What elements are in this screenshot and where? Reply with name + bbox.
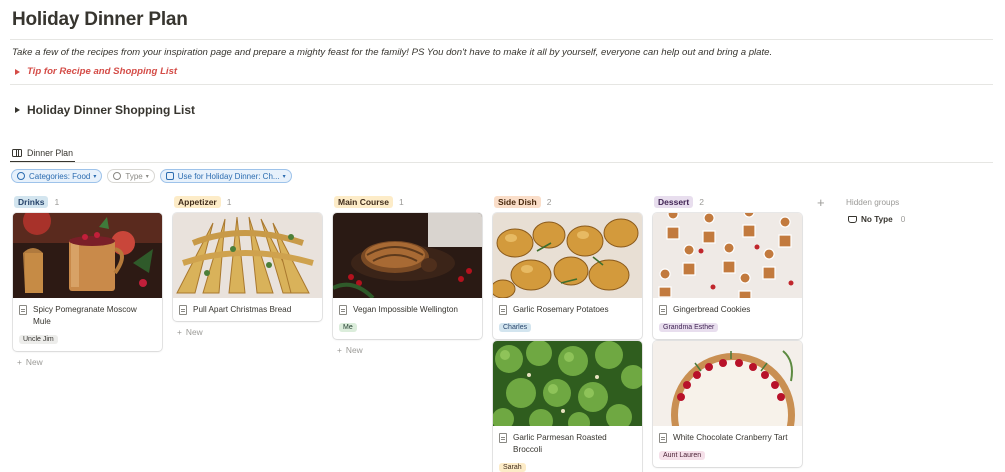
column-header-dessert[interactable]: Dessert 2 <box>654 196 704 208</box>
shopping-list-toggle[interactable]: Holiday Dinner Shopping List <box>15 103 195 117</box>
hidden-groups-label: Hidden groups <box>846 198 900 207</box>
new-card-button-drinks[interactable]: + New <box>17 357 43 367</box>
plus-icon: + <box>337 345 342 355</box>
card-title: Pull Apart Christmas Bread <box>193 305 292 314</box>
card-vegan-wellington[interactable]: Vegan Impossible Wellington Me <box>333 213 482 339</box>
person-tag: Grandma Esther <box>659 322 719 332</box>
card-title: White Chocolate Cranberry Tart <box>673 433 788 442</box>
card-cover-image <box>173 213 322 298</box>
page-icon <box>659 305 667 315</box>
new-card-label: New <box>185 327 203 337</box>
card-christmas-bread[interactable]: Pull Apart Christmas Bread <box>173 213 322 321</box>
chevron-down-icon: ▾ <box>282 173 286 180</box>
toggle-triangle-icon[interactable] <box>15 107 20 113</box>
card-cover-image <box>653 213 802 298</box>
filter-type[interactable]: Type ▾ <box>107 169 155 183</box>
card-gingerbread-cookies[interactable]: Gingerbread Cookies Grandma Esther <box>653 213 802 339</box>
checkbox-icon <box>165 172 174 180</box>
group-count: 1 <box>54 197 60 207</box>
person-tag: Uncle Jim <box>19 334 58 344</box>
shopping-list-label: Holiday Dinner Shopping List <box>27 103 195 117</box>
card-title: Garlic Parmesan Roasted Broccoli <box>513 433 607 454</box>
person-tag: Charles <box>499 322 532 332</box>
page-title: Holiday Dinner Plan <box>12 9 188 30</box>
new-card-label: New <box>345 345 363 355</box>
card-title: Spicy Pomegranate Moscow Mule <box>33 305 137 326</box>
group-count: 1 <box>226 197 232 207</box>
view-tab-label: Dinner Plan <box>27 148 73 158</box>
chevron-down-icon: ▾ <box>145 173 149 180</box>
page-icon <box>339 305 347 315</box>
filter-categories[interactable]: Categories: Food ▾ <box>11 169 103 183</box>
group-tag: Main Course <box>334 196 394 208</box>
card-title: Vegan Impossible Wellington <box>353 305 458 314</box>
page-icon <box>19 305 27 315</box>
add-group-button[interactable]: + <box>817 195 825 210</box>
page-icon <box>179 305 187 315</box>
tab-divider <box>10 162 993 163</box>
group-tag: Drinks <box>14 196 49 208</box>
group-tag: Appetizer <box>174 196 221 208</box>
tip-toggle-label: Tip for Recipe and Shopping List <box>27 66 178 77</box>
column-header-appetizer[interactable]: Appetizer 1 <box>174 196 231 208</box>
group-tag: Side Dish <box>494 196 541 208</box>
section-divider <box>10 84 993 85</box>
hidden-group-label: No Type <box>861 215 893 224</box>
person-tag: Me <box>339 322 357 332</box>
new-card-label: New <box>25 357 43 367</box>
tip-toggle[interactable]: Tip for Recipe and Shopping List <box>15 66 177 77</box>
person-tag: Sarah <box>499 462 526 472</box>
view-tab-dinner-plan[interactable]: Dinner Plan <box>12 144 73 162</box>
filter-circle-icon <box>113 172 122 180</box>
filter-bar: Categories: Food ▾ Type ▾ Use for Holida… <box>11 169 292 183</box>
column-header-side-dish[interactable]: Side Dish 2 <box>494 196 551 208</box>
card-roasted-broccoli[interactable]: Garlic Parmesan Roasted Broccoli Sarah <box>493 341 642 472</box>
page-icon <box>659 433 667 443</box>
filter-label: Use for Holiday Dinner: Ch... <box>177 171 280 181</box>
filter-label: Categories: Food <box>29 171 91 181</box>
card-cover-image <box>333 213 482 298</box>
page-icon <box>499 433 507 443</box>
card-cover-image <box>493 341 642 426</box>
group-count: 2 <box>546 197 552 207</box>
card-cover-image <box>493 213 642 298</box>
column-header-drinks[interactable]: Drinks 1 <box>14 196 59 208</box>
card-title: Garlic Rosemary Potatoes <box>513 305 609 314</box>
plus-icon: + <box>177 327 182 337</box>
person-tag: Aunt Lauren <box>659 450 706 460</box>
card-cover-image <box>13 213 162 298</box>
card-cranberry-tart[interactable]: White Chocolate Cranberry Tart Aunt Laur… <box>653 341 802 467</box>
card-rosemary-potatoes[interactable]: Garlic Rosemary Potatoes Charles <box>493 213 642 339</box>
filter-circle-icon <box>17 172 25 180</box>
page-icon <box>499 305 507 315</box>
card-moscow-mule[interactable]: Spicy Pomegranate Moscow Mule Uncle Jim <box>13 213 162 351</box>
chevron-down-icon: ▾ <box>93 173 97 180</box>
group-count: 1 <box>399 197 404 207</box>
board-view-icon <box>12 149 22 157</box>
new-card-button-main-course[interactable]: + New <box>337 345 363 355</box>
hidden-group-icon <box>848 216 857 223</box>
card-cover-image <box>653 341 802 426</box>
hidden-group-count: 0 <box>900 215 906 224</box>
toggle-triangle-icon[interactable] <box>15 68 20 75</box>
filter-label: Type <box>125 171 143 181</box>
group-tag: Dessert <box>654 196 694 208</box>
title-divider <box>10 39 993 40</box>
page-description: Take a few of the recipes from your insp… <box>12 47 773 58</box>
filter-use-for-holiday-dinner[interactable]: Use for Holiday Dinner: Ch... ▾ <box>159 169 292 183</box>
new-card-button-appetizer[interactable]: + New <box>177 327 203 337</box>
column-header-main-course[interactable]: Main Course 1 <box>334 196 404 208</box>
card-title: Gingerbread Cookies <box>673 305 751 314</box>
group-count: 2 <box>699 197 704 207</box>
plus-icon: + <box>17 357 22 367</box>
hidden-group-no-type[interactable]: No Type 0 <box>848 215 905 224</box>
